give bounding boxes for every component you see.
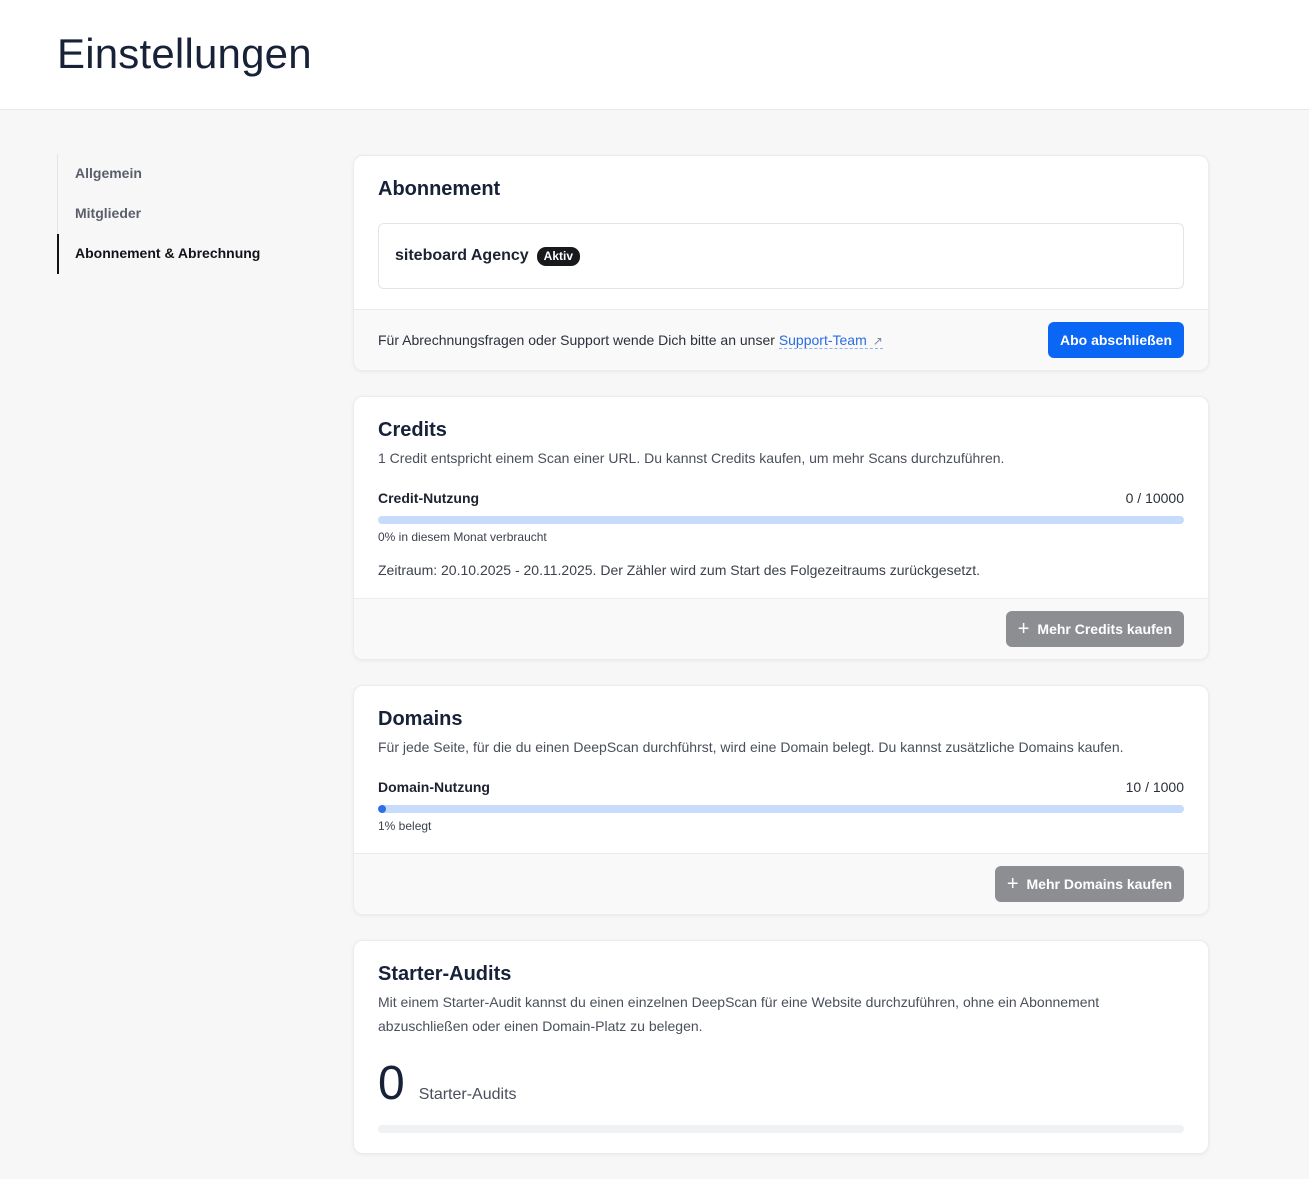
credit-usage-bar [378,516,1184,524]
subscription-footer: Für Abrechnungsfragen oder Support wende… [354,309,1208,370]
domain-usage-note: 1% belegt [378,819,432,833]
domains-title: Domains [378,708,463,730]
credits-footer: + Mehr Credits kaufen [354,598,1208,659]
plan-box: siteboard Agency Aktiv [378,223,1184,289]
credits-description: 1 Credit entspricht einem Scan einer URL… [378,450,1005,466]
credits-card: Credits 1 Credit entspricht einem Scan e… [353,396,1209,660]
plan-name: siteboard Agency [395,247,529,264]
domains-footer: + Mehr Domains kaufen [354,853,1208,914]
sidebar-item-allgemein[interactable]: Allgemein [57,154,297,194]
credits-title: Credits [378,419,447,441]
settings-content: Abonnement siteboard Agency Aktiv Für Ab… [353,155,1209,1179]
header: Einstellungen [0,0,1309,110]
credit-usage-label: Credit-Nutzung [378,490,480,506]
starter-audits-description: Mit einem Starter-Audit kannst du einen … [378,994,1100,1034]
domains-card: Domains Für jede Seite, für die du einen… [353,685,1209,915]
starter-audits-title: Starter-Audits [378,963,512,985]
buy-domains-label: Mehr Domains kaufen [1026,876,1172,892]
support-team-link[interactable]: Support-Team ↗ [778,332,883,349]
sidebar-item-mitglieder[interactable]: Mitglieder [57,194,297,234]
starter-audits-bar [378,1125,1184,1133]
subscription-card: Abonnement siteboard Agency Aktiv Für Ab… [353,155,1209,371]
domain-usage-bar-fill [378,805,387,813]
plus-icon: + [1017,618,1030,640]
buy-credits-label: Mehr Credits kaufen [1037,621,1172,637]
credit-usage-value: 0 / 10000 [1125,490,1184,506]
settings-sidebar: Allgemein Mitglieder Abonnement & Abrech… [57,154,297,274]
status-badge: Aktiv [536,246,581,266]
external-link-icon: ↗ [872,334,883,348]
domain-usage-label: Domain-Nutzung [378,779,490,795]
starter-audits-count: 0 [378,1057,405,1110]
starter-audits-unit: Starter-Audits [418,1086,517,1103]
starter-audits-card: Starter-Audits Mit einem Starter-Audit k… [353,940,1209,1154]
support-text-label: Für Abrechnungsfragen oder Support wende… [378,332,775,348]
starter-audits-count-row: 0 Starter-Audits [378,1056,1184,1111]
domain-usage-value: 10 / 1000 [1125,779,1184,795]
subscription-title: Abonnement [378,178,501,200]
credit-period: Zeitraum: 20.10.2025 - 20.11.2025. Der Z… [378,562,981,578]
credit-usage-row: Credit-Nutzung 0 / 10000 [378,490,1184,506]
domain-usage-row: Domain-Nutzung 10 / 1000 [378,779,1184,795]
support-text: Für Abrechnungsfragen oder Support wende… [378,332,883,349]
credit-usage-note: 0% in diesem Monat verbraucht [378,530,547,544]
plus-icon: + [1006,873,1019,895]
buy-domains-button[interactable]: + Mehr Domains kaufen [994,866,1184,902]
domain-usage-bar [378,805,1184,813]
domains-description: Für jede Seite, für die du einen DeepSca… [378,739,1124,755]
page-title: Einstellungen [57,30,312,77]
support-link-label: Support-Team [778,332,867,348]
sidebar-item-abonnement[interactable]: Abonnement & Abrechnung [57,234,297,274]
subscribe-button[interactable]: Abo abschließen [1047,322,1184,358]
buy-credits-button[interactable]: + Mehr Credits kaufen [1005,611,1184,647]
